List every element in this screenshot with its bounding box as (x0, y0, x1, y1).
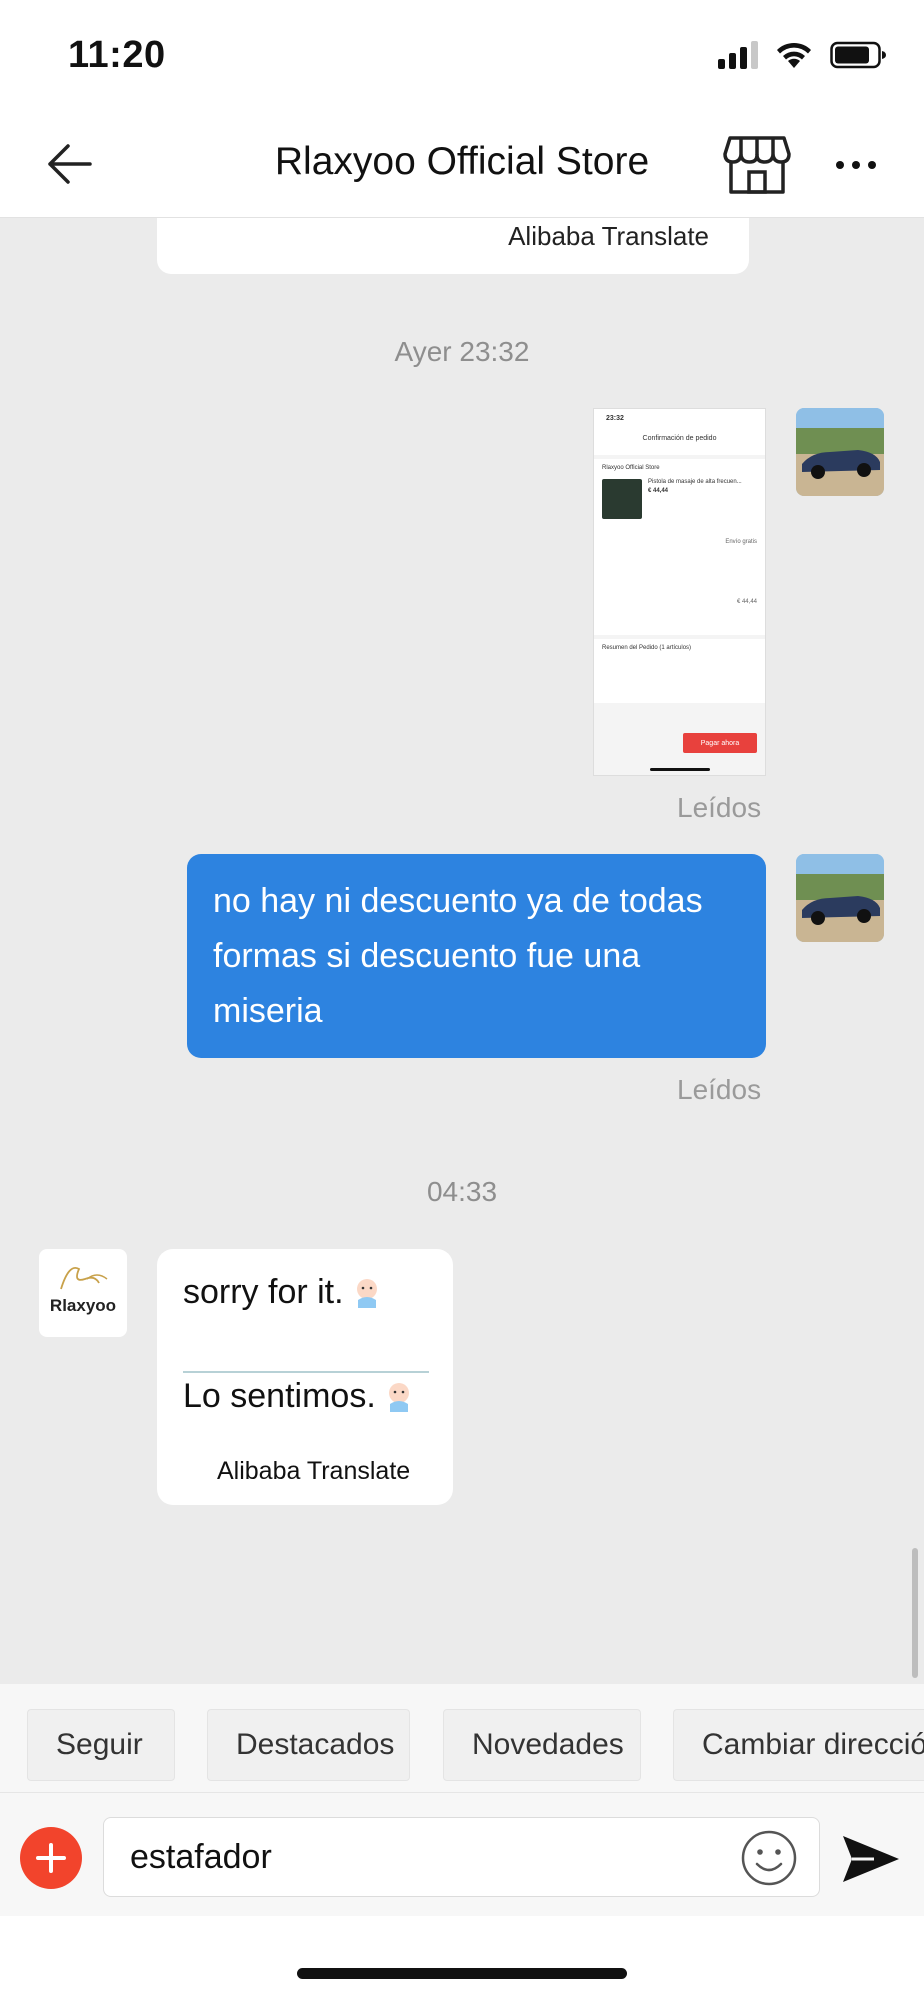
message-input[interactable]: estafador (103, 1817, 820, 1897)
read-receipt: Leídos (677, 1074, 762, 1105)
emoji-button[interactable] (740, 1829, 798, 1887)
mini-price: € 44,44 (648, 488, 669, 494)
timestamp-yesterday: Ayer 23:32 (394, 336, 530, 367)
baby-emoji-icon (388, 1382, 409, 1412)
quick-reply-change-address[interactable]: Cambiar direcció (673, 1709, 924, 1781)
chat-scrollbar[interactable] (912, 1548, 918, 1678)
mini-title: Confirmación de pedido (642, 435, 717, 442)
chat-header: Rlaxyoo Official Store (0, 110, 924, 218)
add-button[interactable] (20, 1827, 82, 1889)
battery-icon (830, 41, 886, 69)
quick-reply-new-arrivals[interactable]: Novedades (443, 1709, 641, 1781)
timestamp-today: 04:33 (426, 1176, 498, 1207)
store-logo: Rlaxyoo (50, 1267, 116, 1315)
chat-area[interactable]: Alibaba Translate Ayer 23:32 23:32 Confi… (0, 218, 924, 1684)
send-icon (843, 1836, 899, 1882)
wifi-icon (777, 42, 811, 68)
store-message-bubble[interactable]: sorry for it. Lo sentimos. Alibaba Trans… (157, 1249, 453, 1505)
store-logo-text: Rlaxyoo (50, 1296, 116, 1315)
order-screenshot-image[interactable]: 23:32 Confirmación de pedido Rlaxyoo Off… (593, 408, 766, 776)
store-icon (723, 136, 791, 194)
user-avatar[interactable] (796, 854, 884, 942)
mini-shipping: Envío gratis (725, 539, 757, 545)
home-area (0, 1916, 924, 2000)
translation-divider (183, 1371, 429, 1373)
mini-product: Pistola de masaje de alta frecuen... (648, 479, 742, 485)
status-icons (718, 40, 888, 70)
message-input-bar: estafador (0, 1792, 924, 1916)
translate-caption: Alibaba Translate (217, 1457, 411, 1485)
signal-icon (718, 41, 758, 69)
user-avatar[interactable] (796, 408, 884, 496)
home-indicator[interactable] (297, 1968, 627, 1979)
more-icon (836, 161, 844, 169)
car-photo (796, 408, 884, 496)
quick-reply-follow[interactable]: Seguir (27, 1709, 175, 1781)
mini-time: 23:32 (606, 415, 624, 422)
user-message-bubble[interactable]: no hay ni descuento ya de todas formas s… (187, 854, 766, 1058)
translated-text: Lo sentimos. (183, 1377, 376, 1415)
plus-icon (36, 1843, 66, 1873)
car-photo (796, 854, 884, 942)
mini-pay-button: Pagar ahora (683, 733, 757, 753)
read-receipt: Leídos (677, 792, 762, 823)
status-bar: 11:20 (0, 0, 924, 110)
mini-store: Rlaxyoo Official Store (602, 465, 660, 471)
previous-message-bubble: Alibaba Translate (157, 218, 749, 274)
mini-summary: Resumen del Pedido (1 artículos) (602, 645, 692, 651)
store-button[interactable] (722, 134, 792, 196)
previous-translate-caption: Alibaba Translate (508, 221, 709, 251)
original-message: sorry for it. (183, 1273, 384, 1312)
send-button[interactable] (840, 1833, 902, 1885)
mini-total: € 44,44 (736, 599, 757, 605)
original-text: sorry for it. (183, 1273, 344, 1311)
store-avatar[interactable]: Rlaxyoo (39, 1249, 127, 1337)
quick-reply-featured[interactable]: Destacados (207, 1709, 410, 1781)
status-time: 11:20 (68, 34, 166, 76)
quick-reply-bar: Seguir Destacados Novedades Cambiar dire… (0, 1684, 924, 1792)
translated-message: Lo sentimos. (183, 1377, 416, 1416)
baby-emoji-icon (356, 1278, 377, 1308)
more-button[interactable] (826, 140, 886, 190)
smiley-icon (741, 1830, 797, 1886)
